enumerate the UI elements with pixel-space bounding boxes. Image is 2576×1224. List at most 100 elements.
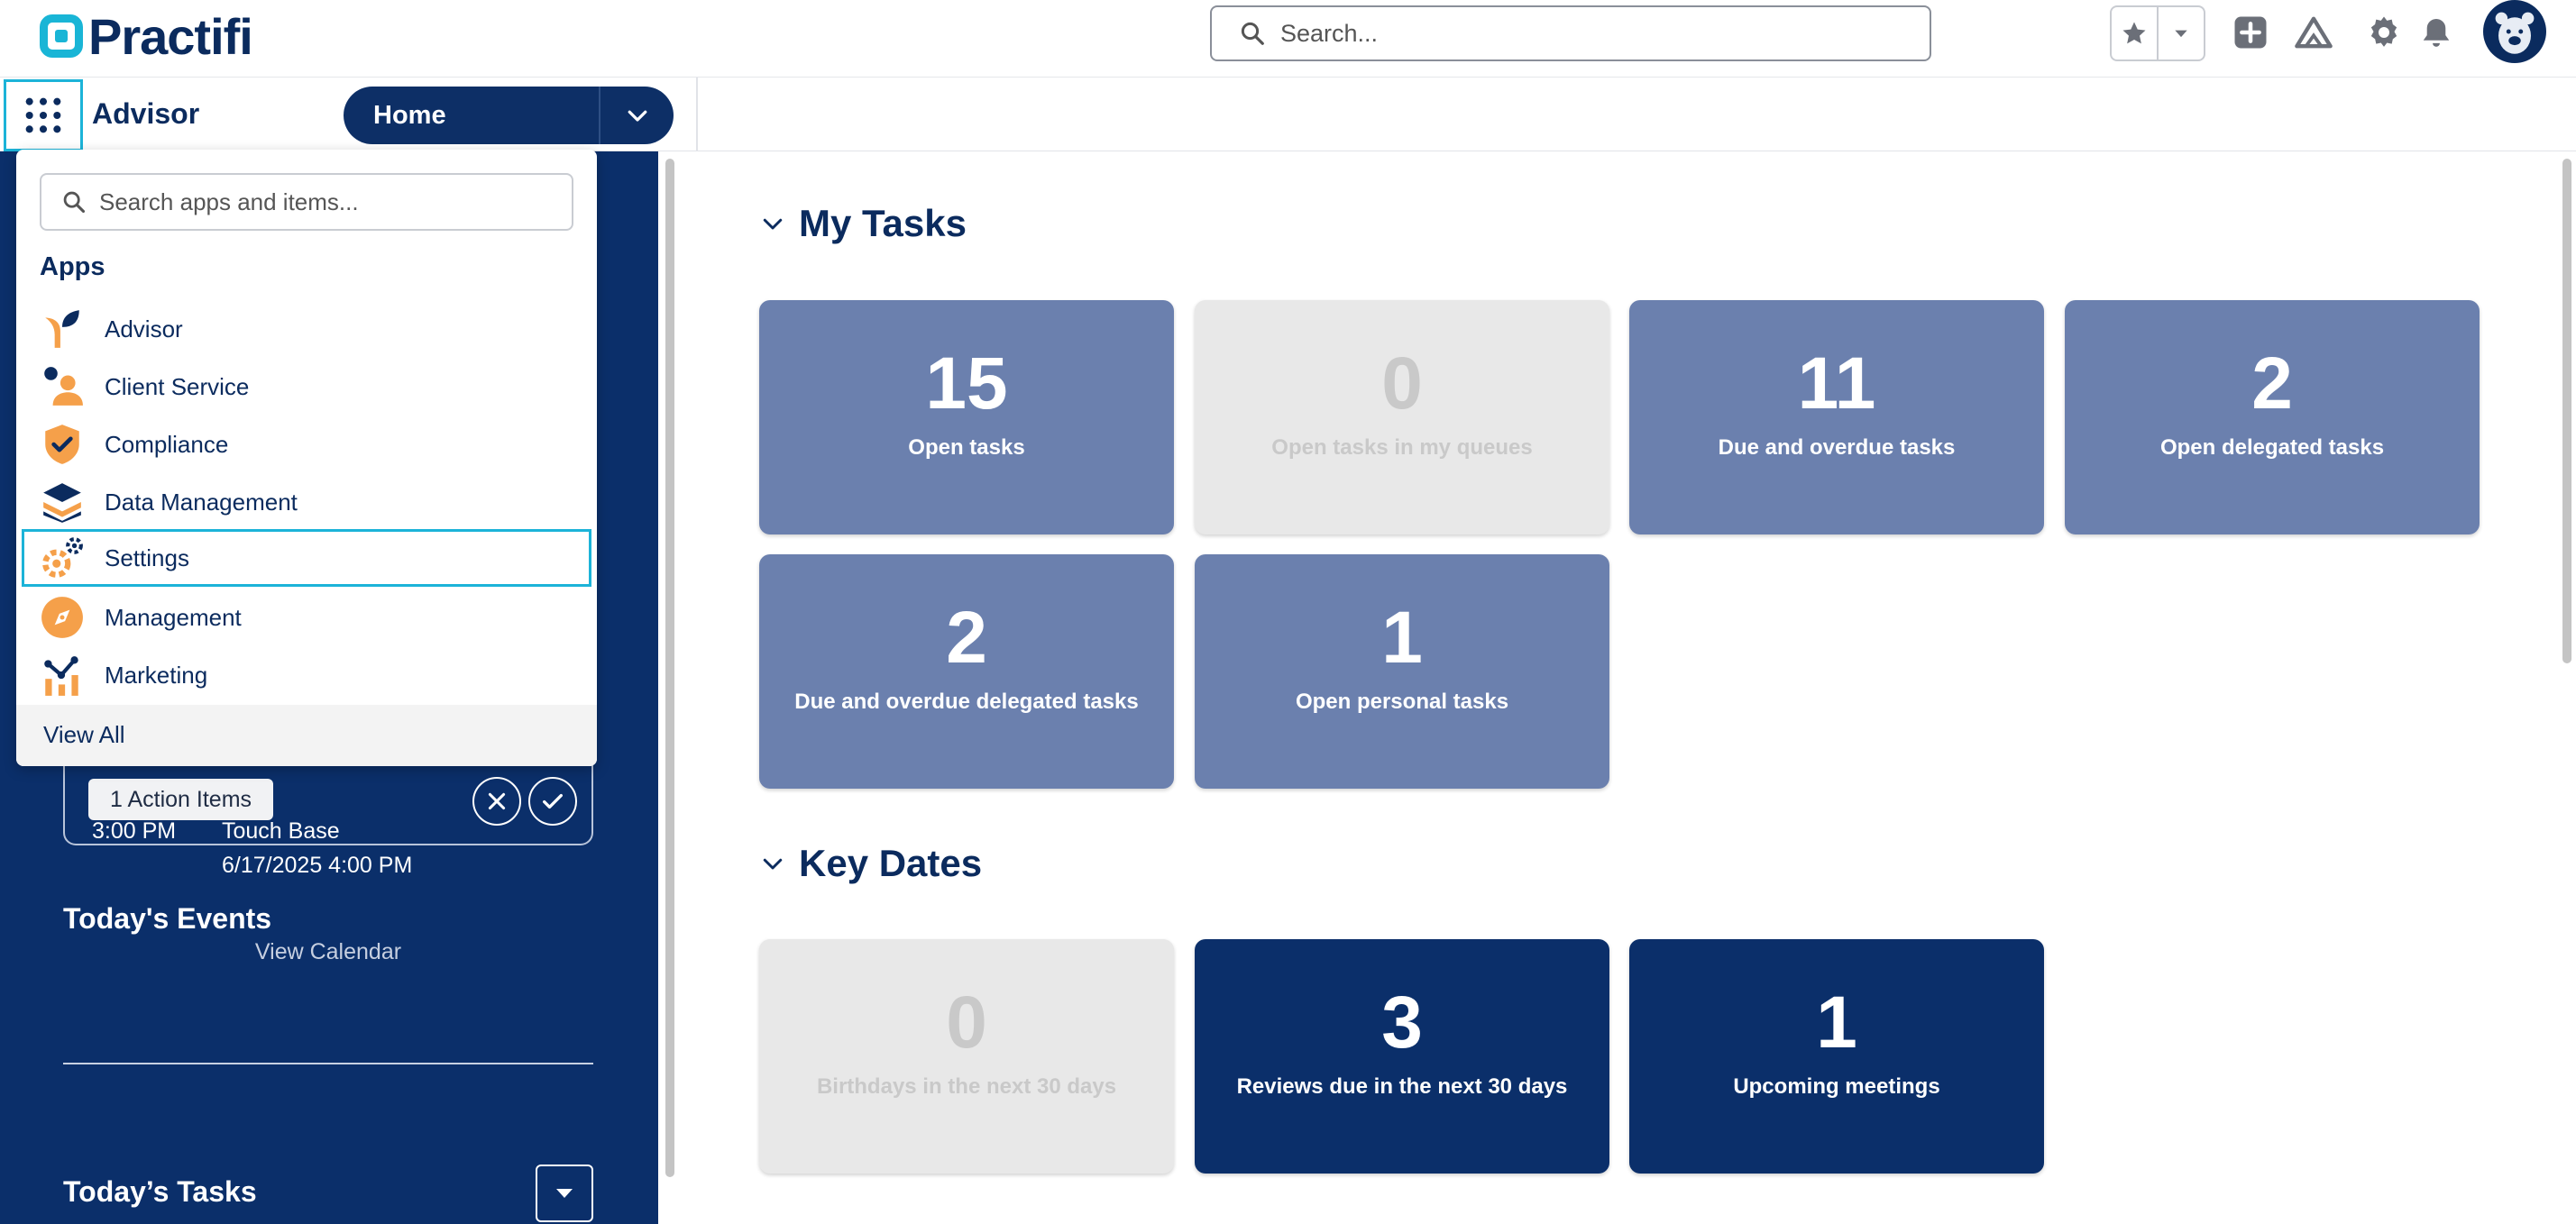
tile-open-personal-tasks[interactable]: 1 Open personal tasks xyxy=(1195,554,1609,789)
app-item-settings[interactable]: Settings xyxy=(22,529,591,587)
app-item-management[interactable]: Management xyxy=(22,589,591,646)
favorites-button[interactable] xyxy=(2112,7,2157,59)
tile-label: Open tasks in my queues xyxy=(1271,435,1533,460)
tile-value: 2 xyxy=(2251,343,2293,425)
event-time: 3:00 PM xyxy=(92,818,177,844)
app-item-label: Data Management xyxy=(105,488,298,516)
todays-events-heading: Today's Events xyxy=(63,902,272,935)
my-tasks-section-header[interactable]: My Tasks xyxy=(759,202,967,245)
app-item-label: Marketing xyxy=(105,661,208,689)
tile-label: Open delegated tasks xyxy=(2159,435,2385,460)
app-nav-bar: Advisor Home xyxy=(0,78,2576,151)
tile-open-tasks-in-queues[interactable]: 0 Open tasks in my queues xyxy=(1195,300,1609,534)
app-item-label: Client Service xyxy=(105,372,250,400)
tile-birthdays[interactable]: 0 Birthdays in the next 30 days xyxy=(759,939,1174,1174)
tile-reviews-due[interactable]: 3 Reviews due in the next 30 days xyxy=(1195,939,1609,1174)
tile-value: 1 xyxy=(1381,597,1423,679)
advisor-icon xyxy=(45,310,79,348)
apps-search-box[interactable] xyxy=(40,173,573,231)
nav-divider xyxy=(696,78,698,151)
tile-label: Upcoming meetings xyxy=(1733,1074,1940,1099)
view-all-apps-link[interactable]: View All xyxy=(16,705,597,766)
view-all-label: View All xyxy=(43,721,125,748)
app-item-label: Compliance xyxy=(105,430,229,458)
tile-value: 3 xyxy=(1381,982,1423,1064)
notifications-button[interactable] xyxy=(2416,13,2456,52)
event-datetime: 6/17/2025 4:00 PM xyxy=(222,853,413,878)
tile-open-delegated-tasks[interactable]: 2 Open delegated tasks xyxy=(2065,300,2480,534)
confirm-button[interactable] xyxy=(528,777,577,826)
tasks-filter-dropdown[interactable] xyxy=(536,1165,593,1222)
global-header: Practifi xyxy=(0,0,2576,78)
apps-search-input[interactable] xyxy=(99,187,568,216)
app-launcher-icon xyxy=(25,97,61,133)
plus-icon xyxy=(2234,16,2267,49)
view-calendar-link[interactable]: View Calendar xyxy=(63,939,593,965)
global-actions-button[interactable] xyxy=(2231,13,2270,52)
tile-due-overdue-delegated[interactable]: 2 Due and overdue delegated tasks xyxy=(759,554,1174,789)
logo-mark-icon xyxy=(40,14,83,58)
chevron-down-icon xyxy=(556,1189,573,1198)
app-name: Advisor xyxy=(92,97,200,130)
global-search-box[interactable] xyxy=(1210,5,1931,61)
key-dates-title: Key Dates xyxy=(799,842,983,884)
setup-button[interactable] xyxy=(2364,13,2404,52)
search-icon xyxy=(63,191,86,214)
global-search-input[interactable] xyxy=(1280,19,1911,48)
favorites-menu-button[interactable] xyxy=(2157,7,2204,59)
app-item-advisor[interactable]: Advisor xyxy=(22,300,591,358)
trailhead-button[interactable] xyxy=(2294,13,2333,52)
logo-text: Practifi xyxy=(88,7,253,65)
data-management-icon xyxy=(43,483,81,523)
trailhead-icon xyxy=(2295,16,2333,49)
app-item-data-management[interactable]: Data Management xyxy=(22,473,591,531)
close-icon xyxy=(488,792,506,810)
tab-home[interactable]: Home xyxy=(344,87,674,144)
bell-icon xyxy=(2423,18,2450,47)
events-divider xyxy=(63,1063,593,1064)
check-icon xyxy=(543,793,563,809)
tile-value: 15 xyxy=(925,343,1008,425)
dismiss-button[interactable] xyxy=(472,777,521,826)
tile-label: Reviews due in the next 30 days xyxy=(1236,1074,1568,1099)
tile-upcoming-meetings[interactable]: 1 Upcoming meetings xyxy=(1629,939,2044,1174)
tab-home-label: Home xyxy=(373,100,446,130)
settings-icon xyxy=(42,537,83,578)
action-items-badge[interactable]: 1 Action Items xyxy=(88,779,274,820)
marketing-icon xyxy=(44,656,78,696)
app-item-marketing[interactable]: Marketing xyxy=(22,646,591,704)
app-item-compliance[interactable]: Compliance xyxy=(22,416,591,473)
tile-due-overdue-tasks[interactable]: 11 Due and overdue tasks xyxy=(1629,300,2044,534)
star-icon xyxy=(2122,22,2146,44)
app-item-label: Advisor xyxy=(105,315,183,343)
tile-label: Open tasks xyxy=(908,435,1025,460)
chevron-down-icon xyxy=(763,218,783,230)
app-item-label: Management xyxy=(105,603,242,631)
bear-avatar-icon xyxy=(2495,12,2535,54)
search-icon xyxy=(1241,22,1264,45)
compliance-icon xyxy=(45,425,79,464)
event-title[interactable]: Touch Base xyxy=(222,818,340,845)
avatar[interactable] xyxy=(2483,0,2546,63)
practifi-logo[interactable]: Practifi xyxy=(40,7,253,65)
app-item-client-service[interactable]: Client Service xyxy=(22,358,591,416)
tile-open-tasks[interactable]: 15 Open tasks xyxy=(759,300,1174,534)
main-scrollbar[interactable] xyxy=(2562,159,2571,663)
sidebar-scrollbar[interactable] xyxy=(665,159,674,1177)
chevron-down-icon xyxy=(2175,30,2187,38)
tab-home-menu-button[interactable] xyxy=(600,102,674,129)
favorites-group xyxy=(2110,5,2205,61)
tile-value: 0 xyxy=(1381,343,1423,425)
todays-tasks-heading: Today’s Tasks xyxy=(63,1175,257,1208)
tile-label: Open personal tasks xyxy=(1295,690,1509,714)
tile-label: Birthdays in the next 30 days xyxy=(816,1074,1117,1099)
apps-section-title: Apps xyxy=(40,252,105,281)
my-tasks-title: My Tasks xyxy=(799,202,967,244)
tile-label: Due and overdue tasks xyxy=(1718,435,1956,460)
chevron-down-icon xyxy=(763,858,783,870)
key-dates-section-header[interactable]: Key Dates xyxy=(759,842,982,885)
app-launcher-button[interactable] xyxy=(4,79,83,151)
app-launcher-panel: Apps Advisor Client Service Compliance D… xyxy=(16,150,597,766)
tile-value: 1 xyxy=(1816,982,1857,1064)
tile-value: 0 xyxy=(946,982,987,1064)
